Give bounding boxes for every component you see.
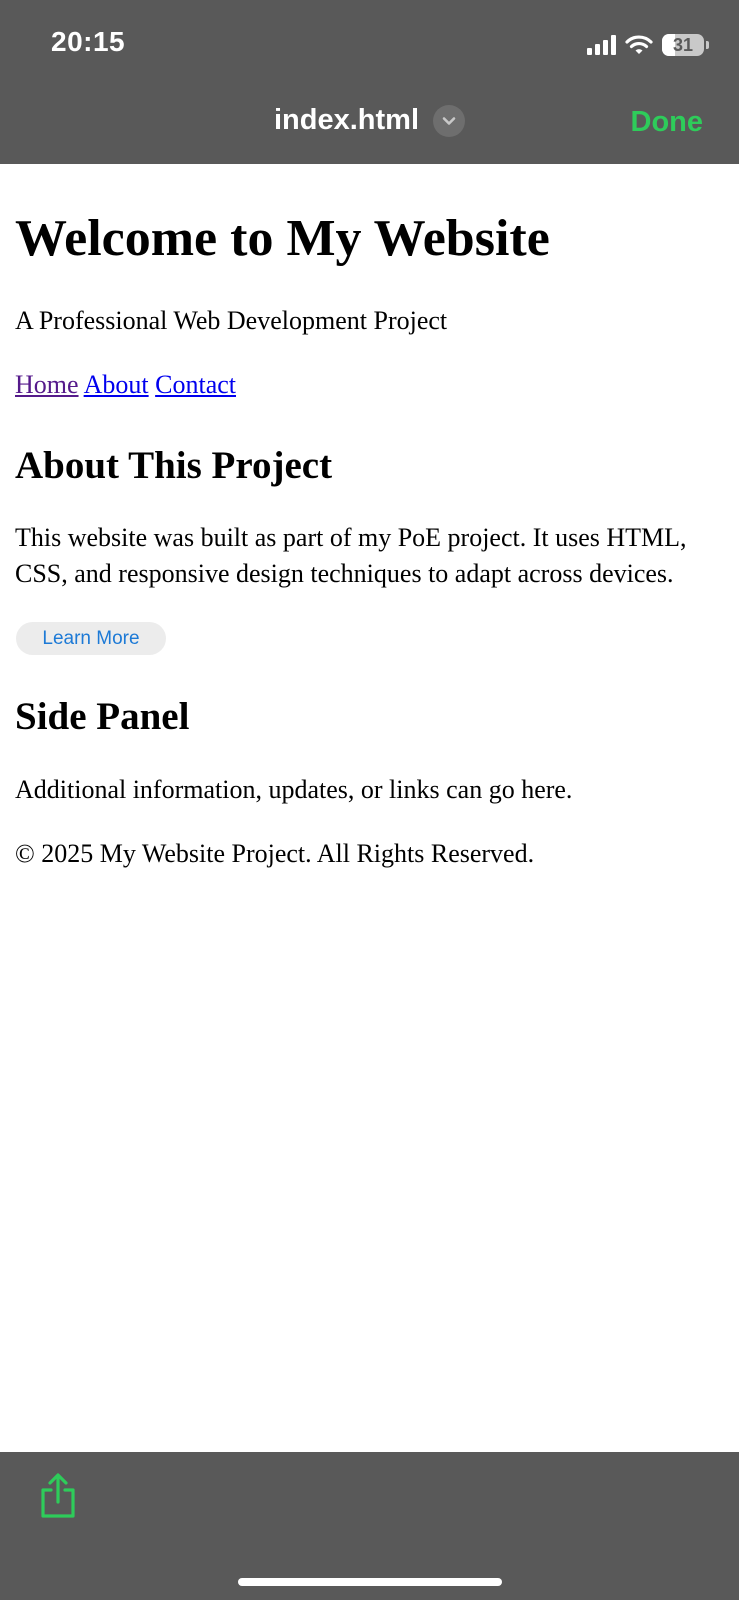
about-text: This website was built as part of my PoE… — [15, 523, 687, 588]
nav-link-home[interactable]: Home — [15, 370, 79, 399]
nav-title-group[interactable]: index.html — [0, 104, 739, 137]
share-icon — [41, 1473, 75, 1518]
battery-icon: 31 — [662, 34, 704, 56]
learn-more-button[interactable]: Learn More — [16, 622, 166, 655]
home-indicator[interactable] — [238, 1578, 502, 1586]
top-bar: 20:15 31 index.html Done — [0, 0, 739, 164]
document-title[interactable]: index.html — [274, 104, 419, 137]
nav-link-about[interactable]: About — [84, 370, 149, 399]
side-panel-heading: Side Panel — [15, 695, 190, 738]
chevron-down-icon — [442, 116, 456, 125]
nav-link-contact[interactable]: Contact — [155, 370, 236, 399]
done-button[interactable]: Done — [631, 106, 704, 139]
tagline: A Professional Web Development Project — [15, 306, 448, 335]
wifi-icon — [625, 35, 653, 54]
status-icons: 31 — [587, 30, 709, 60]
footer-copyright: © 2025 My Website Project. All Rights Re… — [15, 839, 535, 868]
title-menu-button[interactable] — [433, 104, 465, 137]
battery-cap — [706, 41, 709, 49]
battery-level: 31 — [672, 35, 694, 55]
status-time: 20:15 — [51, 26, 126, 57]
site-nav: Home About Contact — [15, 368, 715, 402]
page-content: Welcome to My Website A Professional Web… — [15, 164, 715, 871]
page-title: Welcome to My Website — [15, 210, 550, 267]
about-heading: About This Project — [15, 444, 333, 487]
side-panel-text: Additional information, updates, or link… — [15, 775, 573, 804]
cellular-signal-icon — [587, 35, 616, 55]
bottom-toolbar — [0, 1452, 739, 1600]
share-button[interactable] — [38, 1472, 78, 1520]
